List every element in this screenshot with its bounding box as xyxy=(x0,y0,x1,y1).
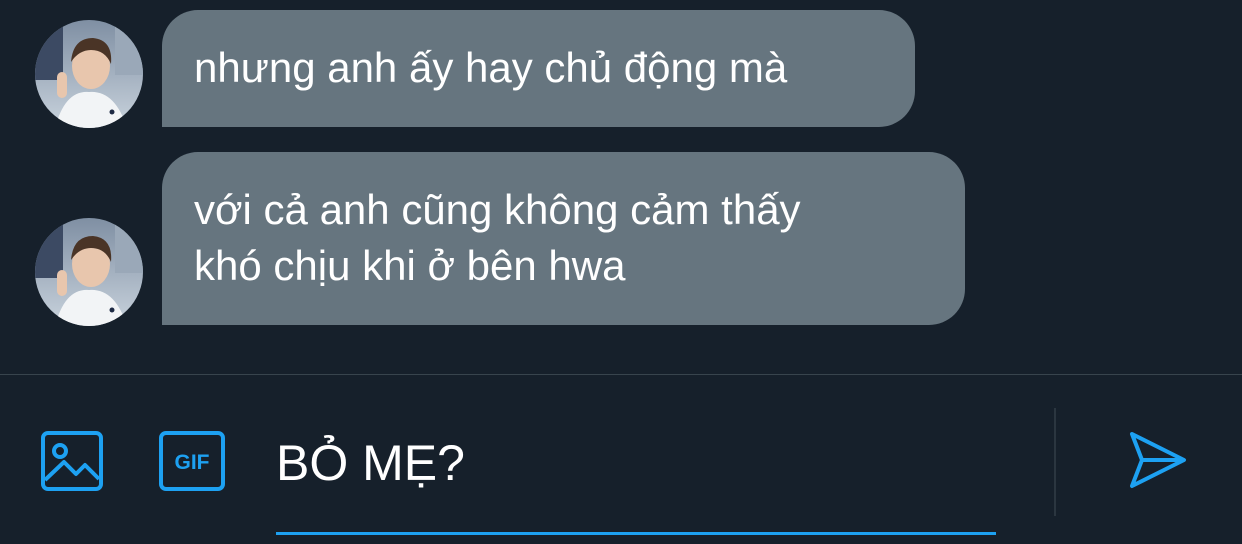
image-icon xyxy=(41,431,103,491)
message-text: nhưng anh ấy hay chủ động mà xyxy=(194,44,788,91)
send-button[interactable] xyxy=(1126,428,1190,492)
input-focus-underline xyxy=(276,532,996,535)
message-text-line: với cả anh cũng không cảm thấy xyxy=(194,186,801,233)
add-gif-button[interactable]: GIF xyxy=(158,430,226,492)
sender-avatar[interactable] xyxy=(35,218,143,326)
gif-label: GIF xyxy=(175,451,210,474)
composer-divider xyxy=(0,374,1242,375)
dm-conversation: nhưng anh ấy hay chủ động mà với cả anh … xyxy=(0,0,1242,544)
avatar-photo-icon xyxy=(35,218,143,326)
message-input-wrapper xyxy=(276,420,996,536)
gif-icon: GIF xyxy=(159,431,225,491)
sender-avatar[interactable] xyxy=(35,20,143,128)
message-input[interactable] xyxy=(276,430,996,496)
message-bubble[interactable]: nhưng anh ấy hay chủ động mà xyxy=(162,10,915,127)
send-icon xyxy=(1130,432,1186,488)
avatar-photo-icon xyxy=(35,20,143,128)
send-divider xyxy=(1054,408,1056,516)
message-bubble[interactable]: với cả anh cũng không cảm thấy khó chịu … xyxy=(162,152,965,325)
message-text-line: khó chịu khi ở bên hwa xyxy=(194,242,626,289)
add-image-button[interactable] xyxy=(40,430,104,492)
